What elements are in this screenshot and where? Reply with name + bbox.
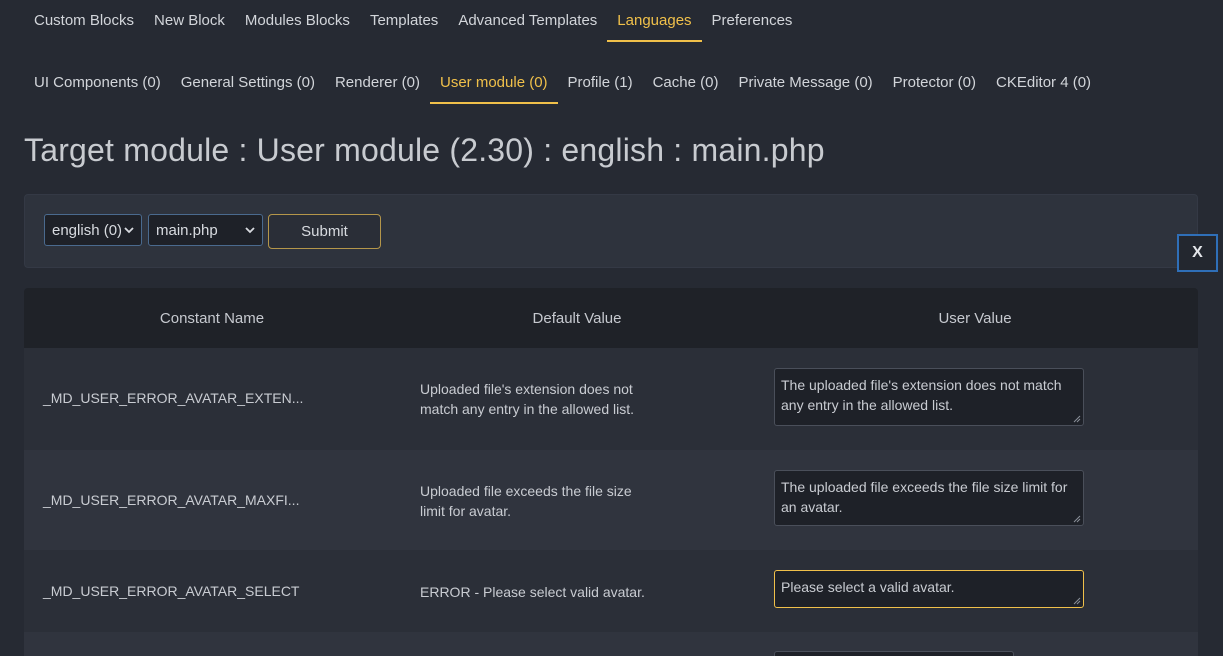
constant-name: _MD_USER_ERROR_AVATAR_SELECT [43,583,300,599]
tab-ui-components[interactable]: UI Components (0) [24,62,171,104]
tab-ckeditor[interactable]: CKEditor 4 (0) [986,62,1101,104]
constant-name: _MD_USER_ERROR_AVATAR_MAXFI... [43,492,300,508]
language-constants-table: Constant Name Default Value User Value _… [24,288,1198,656]
header-user-value: User Value [938,309,1012,327]
main-nav: Custom Blocks New Block Modules Blocks T… [24,0,802,42]
tab-preferences[interactable]: Preferences [702,0,803,42]
language-select[interactable]: english (0) [44,214,142,246]
language-select-value: english (0) [52,221,123,239]
default-value: ERROR - Please select valid avatar. [420,584,645,600]
tab-advanced-templates[interactable]: Advanced Templates [448,0,607,42]
resize-handle-icon[interactable] [1073,415,1081,423]
tab-profile[interactable]: Profile (1) [558,62,643,104]
user-value-text: The uploaded file's extension does not m… [781,377,1062,413]
constant-name: _MD_USER_ERROR_AVATAR_EXTEN... [43,390,304,406]
user-value-text: The uploaded file exceeds the file size … [781,479,1068,515]
user-value-textarea[interactable]: The uploaded file's extension does not m… [774,368,1084,426]
tab-renderer[interactable]: Renderer (0) [325,62,430,104]
header-constant-name: Constant Name [159,309,265,327]
file-select-value: main.php [156,221,218,239]
close-button[interactable]: X [1177,234,1218,272]
default-value: Uploaded file's extension does not match… [420,381,634,417]
tab-new-block[interactable]: New Block [144,0,235,42]
table-header: Constant Name Default Value User Value [24,288,1198,348]
user-value-textarea[interactable]: Please select a valid avatar. [774,570,1084,608]
table-row [24,632,1198,656]
tab-user-module[interactable]: User module (0) [430,62,558,104]
resize-handle-icon[interactable] [1073,515,1081,523]
user-value-textarea[interactable] [774,651,1014,656]
file-select[interactable]: main.php [148,214,263,246]
tab-custom-blocks[interactable]: Custom Blocks [24,0,144,42]
tab-protector[interactable]: Protector (0) [883,62,986,104]
tab-languages[interactable]: Languages [607,0,702,42]
tab-cache[interactable]: Cache (0) [643,62,729,104]
header-default-value: Default Value [532,309,622,327]
user-value-text: Please select a valid avatar. [781,579,955,595]
module-nav: UI Components (0) General Settings (0) R… [24,62,1101,104]
user-value-textarea[interactable]: The uploaded file exceeds the file size … [774,470,1084,526]
default-value: Uploaded file exceeds the file size limi… [420,483,632,519]
chevron-down-icon [124,227,134,234]
filter-panel: english (0) main.php Submit [24,194,1198,268]
table-row: _MD_USER_ERROR_AVATAR_SELECT ERROR - Ple… [24,550,1198,632]
tab-general-settings[interactable]: General Settings (0) [171,62,325,104]
table-row: _MD_USER_ERROR_AVATAR_EXTEN... Uploaded … [24,348,1198,450]
page: Custom Blocks New Block Modules Blocks T… [0,0,1223,656]
tab-templates[interactable]: Templates [360,0,448,42]
page-title: Target module : User module (2.30) : eng… [24,132,825,168]
submit-button[interactable]: Submit [268,214,381,249]
chevron-down-icon [245,227,255,234]
tab-modules-blocks[interactable]: Modules Blocks [235,0,360,42]
tab-private-message[interactable]: Private Message (0) [728,62,882,104]
resize-handle-icon[interactable] [1073,597,1081,605]
table-row: _MD_USER_ERROR_AVATAR_MAXFI... Uploaded … [24,450,1198,550]
